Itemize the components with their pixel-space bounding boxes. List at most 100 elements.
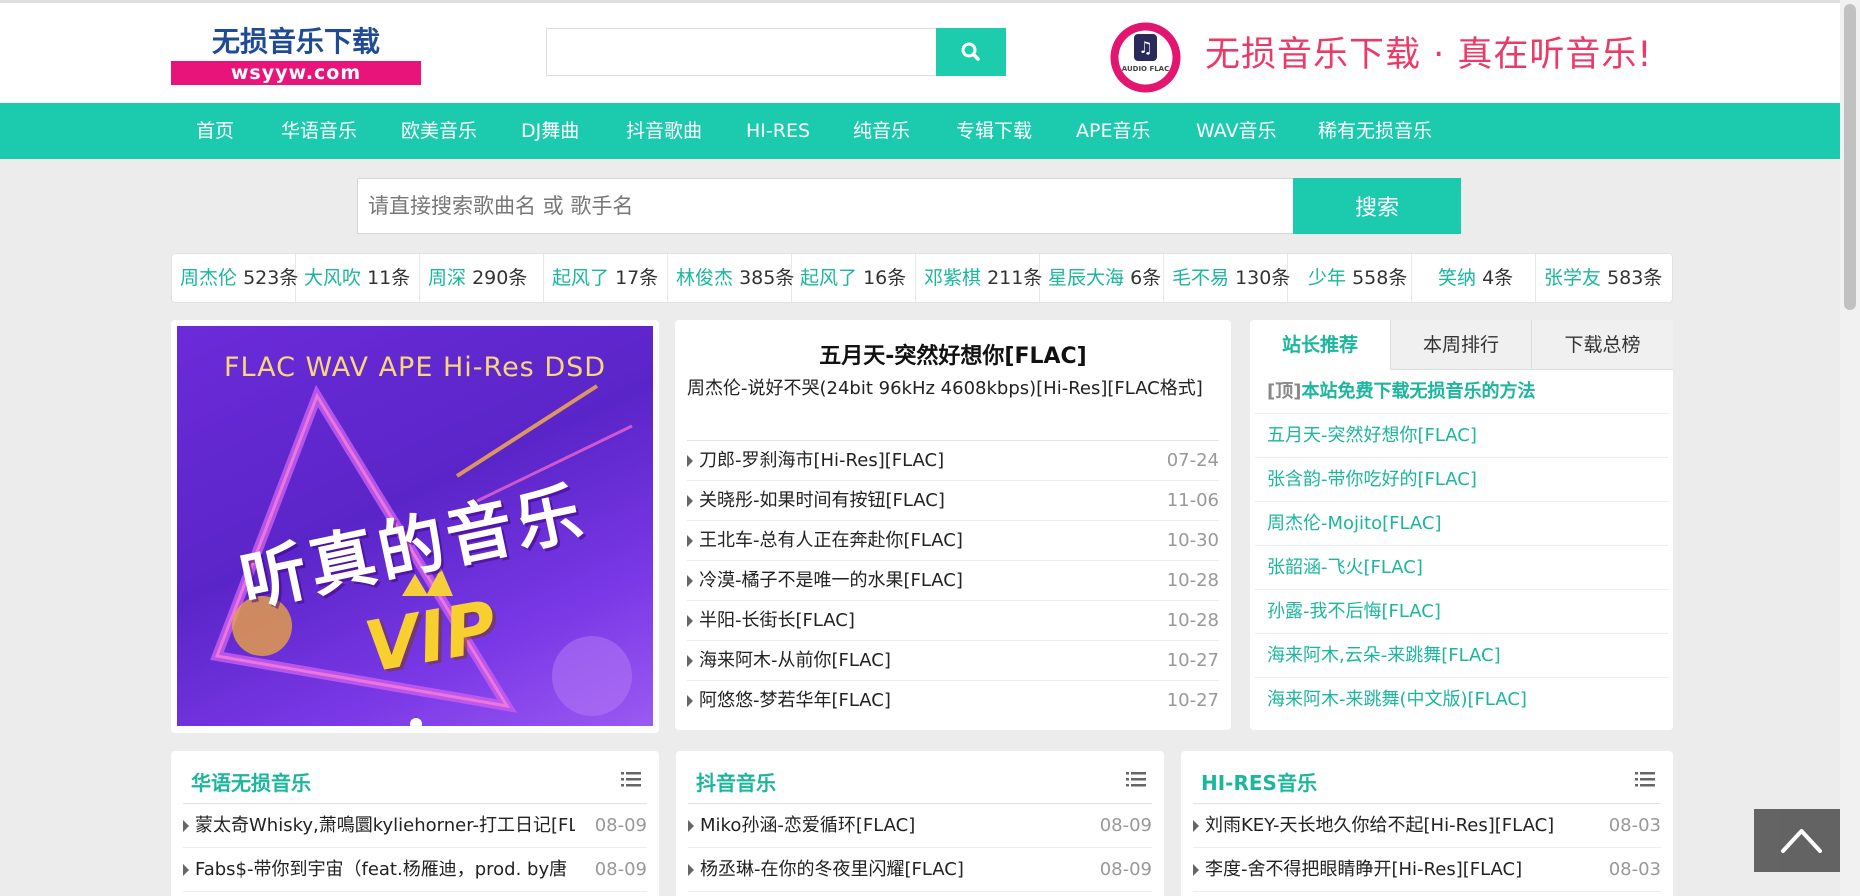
- list-menu-icon[interactable]: [1635, 771, 1655, 787]
- nav-album-download[interactable]: 专辑下载: [956, 103, 1032, 159]
- hot-tag-count: 11条: [367, 267, 411, 289]
- list-item: 李度-舍不得把眼睛睁开[Hi-Res][FLAC] 08-03: [1193, 848, 1661, 892]
- list-item-title[interactable]: 王北车-总有人正在奔赴你[FLAC]: [699, 521, 963, 561]
- hot-tag-name: 星辰大海: [1048, 267, 1125, 289]
- hot-tag[interactable]: 林俊杰 385条: [668, 254, 794, 302]
- column-title[interactable]: 抖音音乐: [696, 767, 776, 796]
- main-nav: 首页 华语音乐 欧美音乐 DJ舞曲 抖音歌曲 HI-RES 纯音乐 专辑下载 A…: [0, 103, 1840, 159]
- site-logo[interactable]: 无损音乐下载 wsyyw.com: [171, 23, 421, 90]
- hot-tag[interactable]: 星辰大海 6条: [1040, 254, 1164, 302]
- rank-panel: 站长推荐 本周排行 下载总榜 [顶]本站免费下载无损音乐的方法 五月天-突然好想…: [1250, 320, 1673, 730]
- column-list: 蒙太奇Whisky,萧鳴圜kyliehorner-打工日记[FLA 08-09 F…: [183, 804, 647, 892]
- column-header: 华语无损音乐: [183, 751, 647, 804]
- list-item-title[interactable]: 关晓彤-如果时间有按钮[FLAC]: [699, 481, 945, 521]
- carousel-indicator[interactable]: [410, 718, 422, 726]
- hot-tag-name: 周杰伦: [180, 267, 238, 289]
- audio-flac-badge: ♫ AUDIO FLAC: [1109, 21, 1182, 94]
- hot-tag-name: 毛不易: [1172, 267, 1230, 289]
- vip-banner-image[interactable]: FLAC WAV APE Hi-Res DSD 听真的音乐 VIP: [177, 326, 653, 726]
- logo-domain: wsyyw.com: [171, 61, 421, 85]
- rank-item[interactable]: 五月天-突然好想你[FLAC]: [1255, 414, 1668, 458]
- list-item: Fabs$-带你到宇宙（feat.杨雁迪，prod. by唐 08-09: [183, 848, 647, 892]
- page-scrollbar[interactable]: [1840, 0, 1860, 896]
- hot-tag-name: 少年: [1308, 267, 1347, 289]
- rank-item[interactable]: 海来阿木-来跳舞(中文版)[FLAC]: [1255, 678, 1668, 722]
- hot-tag-name: 起风了: [800, 267, 858, 289]
- list-item-title[interactable]: 冷漠-橘子不是唯一的水果[FLAC]: [699, 561, 963, 601]
- caret-right-icon: [688, 864, 694, 876]
- main-search-input[interactable]: [357, 178, 1294, 234]
- nav-hi-res[interactable]: HI-RES: [746, 103, 810, 159]
- column-list: 刘雨KEY-天长地久你给不起[Hi-Res][FLAC] 08-03 李度-舍不得…: [1193, 804, 1661, 892]
- column-hi-res-music: HI-RES音乐 刘雨KEY-天长地久你给不起[Hi-Res][FLAC] 08-…: [1181, 751, 1673, 896]
- back-to-top-button[interactable]: [1754, 809, 1849, 872]
- caret-right-icon: [1193, 864, 1199, 876]
- rank-item[interactable]: 海来阿木,云朵-来跳舞[FLAC]: [1255, 634, 1668, 678]
- column-title[interactable]: HI-RES音乐: [1201, 767, 1317, 796]
- tab-download-rank[interactable]: 下载总榜: [1531, 320, 1673, 370]
- hot-tag-count: 523条: [243, 267, 299, 289]
- nav-home[interactable]: 首页: [196, 103, 234, 159]
- list-menu-icon[interactable]: [621, 771, 641, 787]
- list-item-date: 10-27: [1166, 650, 1219, 671]
- rank-item[interactable]: 孙露-我不后悔[FLAC]: [1255, 590, 1668, 634]
- list-item-title[interactable]: 杨丞琳-在你的冬夜里闪耀[FLAC]: [700, 848, 1080, 892]
- list-item: 关晓彤-如果时间有按钮[FLAC] 11-06: [687, 481, 1219, 521]
- hot-tag[interactable]: 毛不易 130条: [1164, 254, 1290, 302]
- hot-tag[interactable]: 张学友 583条: [1536, 254, 1672, 302]
- search-icon: [961, 42, 980, 61]
- nav-dj-dance[interactable]: DJ舞曲: [521, 103, 579, 159]
- header-search-button[interactable]: [936, 28, 1006, 76]
- list-item-title[interactable]: 海来阿木-从前你[FLAC]: [699, 641, 891, 681]
- hot-tag[interactable]: 邓紫棋 211条: [916, 254, 1042, 302]
- list-item-title[interactable]: 刀郎-罗刹海市[Hi-Res][FLAC]: [699, 441, 944, 481]
- caret-right-icon: [687, 695, 693, 707]
- list-item-title[interactable]: 蒙太奇Whisky,萧鳴圜kyliehorner-打工日记[FLA: [195, 804, 575, 848]
- rank-item[interactable]: 张韶涵-飞火[FLAC]: [1255, 546, 1668, 590]
- hot-tag-count: 6条: [1130, 267, 1162, 289]
- nav-rare-lossless[interactable]: 稀有无损音乐: [1318, 103, 1432, 159]
- rank-item-pinned[interactable]: [顶]本站免费下载无损音乐的方法: [1255, 370, 1668, 414]
- column-title[interactable]: 华语无损音乐: [191, 767, 311, 796]
- nav-wav-music[interactable]: WAV音乐: [1196, 103, 1277, 159]
- hot-tag[interactable]: 起风了 16条: [792, 254, 916, 302]
- hot-tag[interactable]: 周杰伦 523条: [172, 254, 299, 302]
- nav-western-music[interactable]: 欧美音乐: [401, 103, 477, 159]
- list-menu-icon[interactable]: [1126, 771, 1146, 787]
- list-item-title[interactable]: 李度-舍不得把眼睛睁开[Hi-Res][FLAC]: [1205, 848, 1585, 892]
- hot-tag-count: 4条: [1482, 267, 1514, 289]
- scrollbar-thumb[interactable]: [1844, 4, 1856, 310]
- hot-tag[interactable]: 笑纳 4条: [1412, 254, 1536, 302]
- nav-ape-music[interactable]: APE音乐: [1076, 103, 1150, 159]
- banner-carousel: FLAC WAV APE Hi-Res DSD 听真的音乐 VIP: [171, 320, 659, 733]
- caret-right-icon: [183, 820, 189, 832]
- list-item-title[interactable]: Fabs$-带你到宇宙（feat.杨雁迪，prod. by唐: [195, 848, 575, 892]
- list-item-date: 10-30: [1166, 530, 1219, 551]
- main-search-button[interactable]: 搜索: [1293, 178, 1461, 234]
- rank-item[interactable]: 张含韵-带你吃好的[FLAC]: [1255, 458, 1668, 502]
- tab-weekly-rank[interactable]: 本周排行: [1390, 320, 1531, 370]
- hot-tag[interactable]: 少年 558条: [1288, 254, 1412, 302]
- rank-item[interactable]: 周杰伦-Mojito[FLAC]: [1255, 502, 1668, 546]
- list-item-title[interactable]: Miko孙涵-恋爱循环[FLAC]: [700, 804, 1080, 848]
- list-item-date: 08-03: [1608, 859, 1661, 880]
- hot-tag-count: 16条: [863, 267, 907, 289]
- list-item-title[interactable]: 半阳-长街长[FLAC]: [699, 601, 855, 641]
- hot-tag-name: 周深: [428, 267, 467, 289]
- hot-tag[interactable]: 周深 290条: [420, 254, 544, 302]
- hot-tag[interactable]: 起风了 17条: [544, 254, 668, 302]
- column-header: 抖音音乐: [688, 751, 1152, 804]
- list-item-title[interactable]: 刘雨KEY-天长地久你给不起[Hi-Res][FLAC]: [1205, 804, 1585, 848]
- hot-tag-name: 起风了: [552, 267, 610, 289]
- tab-admin-picks[interactable]: 站长推荐: [1250, 320, 1390, 370]
- featured-subtitle[interactable]: 周杰伦-说好不哭(24bit 96kHz 4608kbps)[Hi-Res][F…: [687, 374, 1203, 400]
- list-item-title[interactable]: 阿悠悠-梦若华年[FLAC]: [699, 681, 891, 721]
- featured-title[interactable]: 五月天-突然好想你[FLAC]: [675, 338, 1231, 370]
- list-item-date: 07-24: [1166, 450, 1219, 471]
- nav-pure-music[interactable]: 纯音乐: [853, 103, 910, 159]
- hot-tag[interactable]: 大风吹 11条: [296, 254, 420, 302]
- nav-chinese-music[interactable]: 华语音乐: [281, 103, 357, 159]
- nav-douyin-songs[interactable]: 抖音歌曲: [626, 103, 702, 159]
- site-slogan: 无损音乐下载 · 真在听音乐!: [1205, 35, 1653, 75]
- header-search-input[interactable]: [546, 28, 936, 76]
